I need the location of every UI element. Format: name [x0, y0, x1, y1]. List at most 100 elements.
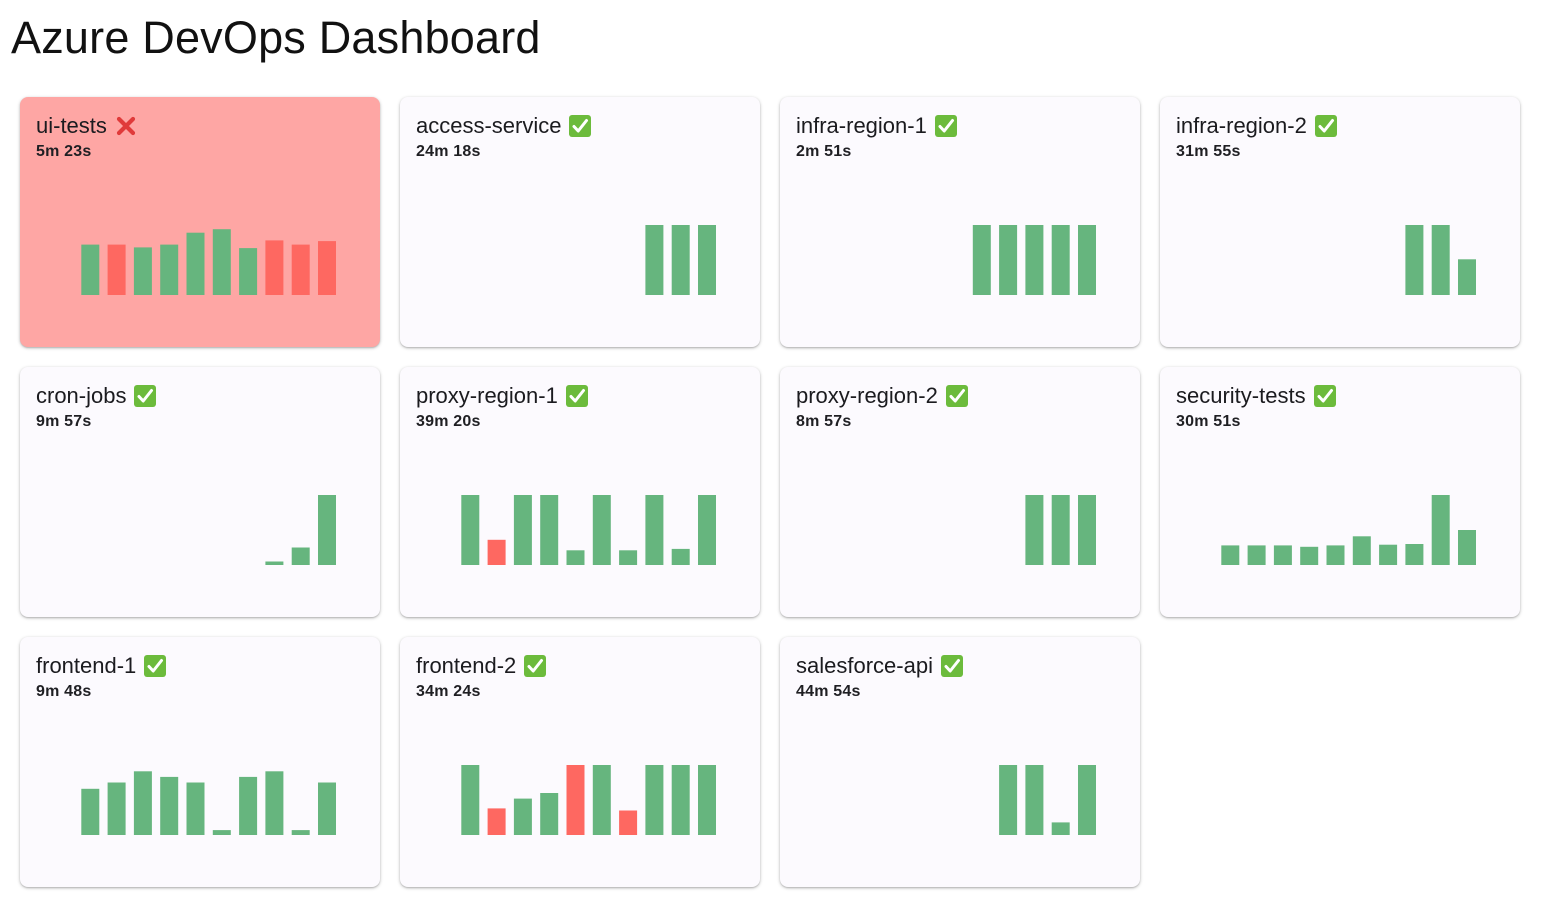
build-bar-success[interactable]	[239, 248, 258, 295]
pipeline-card[interactable]: salesforce-api 44m 54s	[780, 637, 1140, 887]
build-bar-success[interactable]	[1352, 536, 1371, 565]
build-bar-success[interactable]	[645, 495, 664, 565]
build-bar-failure[interactable]	[265, 240, 284, 295]
build-bar-failure[interactable]	[619, 810, 638, 836]
check-mark-icon	[565, 384, 589, 408]
pipeline-card[interactable]: cron-jobs 9m 57s	[20, 367, 380, 617]
build-bar-success[interactable]	[461, 495, 480, 565]
build-bar-success[interactable]	[1458, 530, 1476, 565]
build-bar-success[interactable]	[318, 782, 336, 836]
pipeline-card[interactable]: proxy-region-2 8m 57s	[780, 367, 1140, 617]
build-bar-success[interactable]	[513, 798, 532, 835]
build-bar-success[interactable]	[291, 830, 310, 835]
build-bar-success[interactable]	[671, 765, 690, 835]
build-bar-failure[interactable]	[107, 244, 126, 295]
build-bar-success[interactable]	[1379, 544, 1398, 565]
build-bar-success[interactable]	[239, 776, 258, 835]
cross-mark-icon	[114, 114, 138, 138]
pipeline-duration: 24m 18s	[416, 143, 481, 160]
build-bar-success[interactable]	[1051, 225, 1070, 295]
build-bar-success[interactable]	[318, 495, 336, 565]
build-bar-success[interactable]	[1078, 495, 1096, 565]
build-bar-success[interactable]	[1025, 765, 1044, 835]
build-bar-success[interactable]	[1273, 545, 1292, 565]
build-bar-success[interactable]	[1405, 225, 1424, 295]
build-bar-success[interactable]	[1458, 259, 1476, 295]
build-bar-success[interactable]	[671, 225, 690, 295]
pipeline-card[interactable]: infra-region-2 31m 55s	[1160, 97, 1520, 347]
pipeline-grid: ui-tests 5m 23s access-service 24m 18s infra…	[20, 97, 1520, 887]
pipeline-name: infra-region-1	[796, 113, 927, 138]
build-bar-success[interactable]	[1078, 765, 1096, 835]
pipeline-card[interactable]: frontend-1 9m 48s	[20, 637, 380, 887]
pipeline-title: frontend-1	[36, 652, 167, 680]
build-bar-success[interactable]	[81, 788, 100, 835]
pipeline-card[interactable]: ui-tests 5m 23s	[20, 97, 380, 347]
page-title: Azure DevOps Dashboard	[11, 12, 541, 63]
pipeline-title: infra-region-1	[796, 112, 958, 140]
build-bar-success[interactable]	[1405, 544, 1424, 565]
build-bar-success[interactable]	[265, 561, 284, 566]
build-bar-success[interactable]	[1025, 495, 1044, 565]
build-bar-failure[interactable]	[291, 244, 310, 295]
build-bar-success[interactable]	[81, 244, 100, 295]
build-bar-success[interactable]	[671, 548, 690, 565]
build-bar-success[interactable]	[212, 229, 231, 295]
build-bar-success[interactable]	[186, 232, 205, 295]
build-bar-failure[interactable]	[487, 539, 506, 565]
build-bar-success[interactable]	[133, 771, 152, 835]
pipeline-card[interactable]: proxy-region-1 39m 20s	[400, 367, 760, 617]
build-bar-success[interactable]	[972, 225, 991, 295]
pipeline-title: cron-jobs	[36, 382, 157, 410]
build-bar-success[interactable]	[1247, 545, 1266, 565]
pipeline-name: cron-jobs	[36, 383, 127, 408]
build-bar-success[interactable]	[1300, 546, 1319, 565]
pipeline-card[interactable]: access-service 24m 18s	[400, 97, 760, 347]
build-bar-success[interactable]	[160, 244, 179, 295]
build-bar-success[interactable]	[540, 793, 559, 835]
pipeline-duration: 2m 51s	[796, 143, 852, 160]
build-bar-success[interactable]	[212, 830, 231, 835]
build-bar-success[interactable]	[1051, 495, 1070, 565]
build-bar-success[interactable]	[698, 225, 716, 295]
build-bar-success[interactable]	[186, 782, 205, 836]
build-bar-success[interactable]	[1221, 545, 1240, 565]
build-bar-success[interactable]	[107, 782, 126, 836]
build-bar-success[interactable]	[645, 765, 664, 835]
build-bar-success[interactable]	[291, 547, 310, 566]
pipeline-duration: 8m 57s	[796, 413, 852, 430]
pipeline-title: frontend-2	[416, 652, 547, 680]
build-bar-success[interactable]	[1326, 545, 1345, 565]
build-bar-success[interactable]	[592, 495, 611, 565]
pipeline-card[interactable]: infra-region-1 2m 51s	[780, 97, 1140, 347]
build-bar-success[interactable]	[999, 225, 1018, 295]
build-bar-success[interactable]	[461, 765, 480, 835]
build-bar-success[interactable]	[592, 765, 611, 835]
build-bar-failure[interactable]	[566, 765, 585, 835]
build-bar-success[interactable]	[160, 776, 179, 835]
build-bar-failure[interactable]	[318, 241, 336, 295]
build-bar-success[interactable]	[698, 765, 716, 835]
pipeline-duration: 44m 54s	[796, 683, 861, 700]
build-bar-success[interactable]	[1051, 822, 1070, 835]
pipeline-card[interactable]: frontend-2 34m 24s	[400, 637, 760, 887]
build-bar-success[interactable]	[133, 247, 152, 295]
build-bar-success[interactable]	[645, 225, 664, 295]
build-bar-success[interactable]	[540, 495, 559, 565]
pipeline-duration: 30m 51s	[1176, 413, 1241, 430]
build-bar-success[interactable]	[265, 771, 284, 835]
pipeline-title: access-service	[416, 112, 592, 140]
build-bar-success[interactable]	[1431, 495, 1450, 565]
build-bar-success[interactable]	[1078, 225, 1096, 295]
build-bar-success[interactable]	[1025, 225, 1044, 295]
build-bar-success[interactable]	[698, 495, 716, 565]
build-bar-success[interactable]	[619, 550, 638, 565]
build-bar-failure[interactable]	[487, 808, 506, 835]
pipeline-title: ui-tests	[36, 112, 138, 140]
pipeline-duration: 9m 57s	[36, 413, 92, 430]
build-bar-success[interactable]	[566, 550, 585, 565]
build-bar-success[interactable]	[999, 765, 1018, 835]
build-bar-success[interactable]	[1431, 225, 1450, 295]
pipeline-card[interactable]: security-tests 30m 51s	[1160, 367, 1520, 617]
build-bar-success[interactable]	[513, 495, 532, 565]
